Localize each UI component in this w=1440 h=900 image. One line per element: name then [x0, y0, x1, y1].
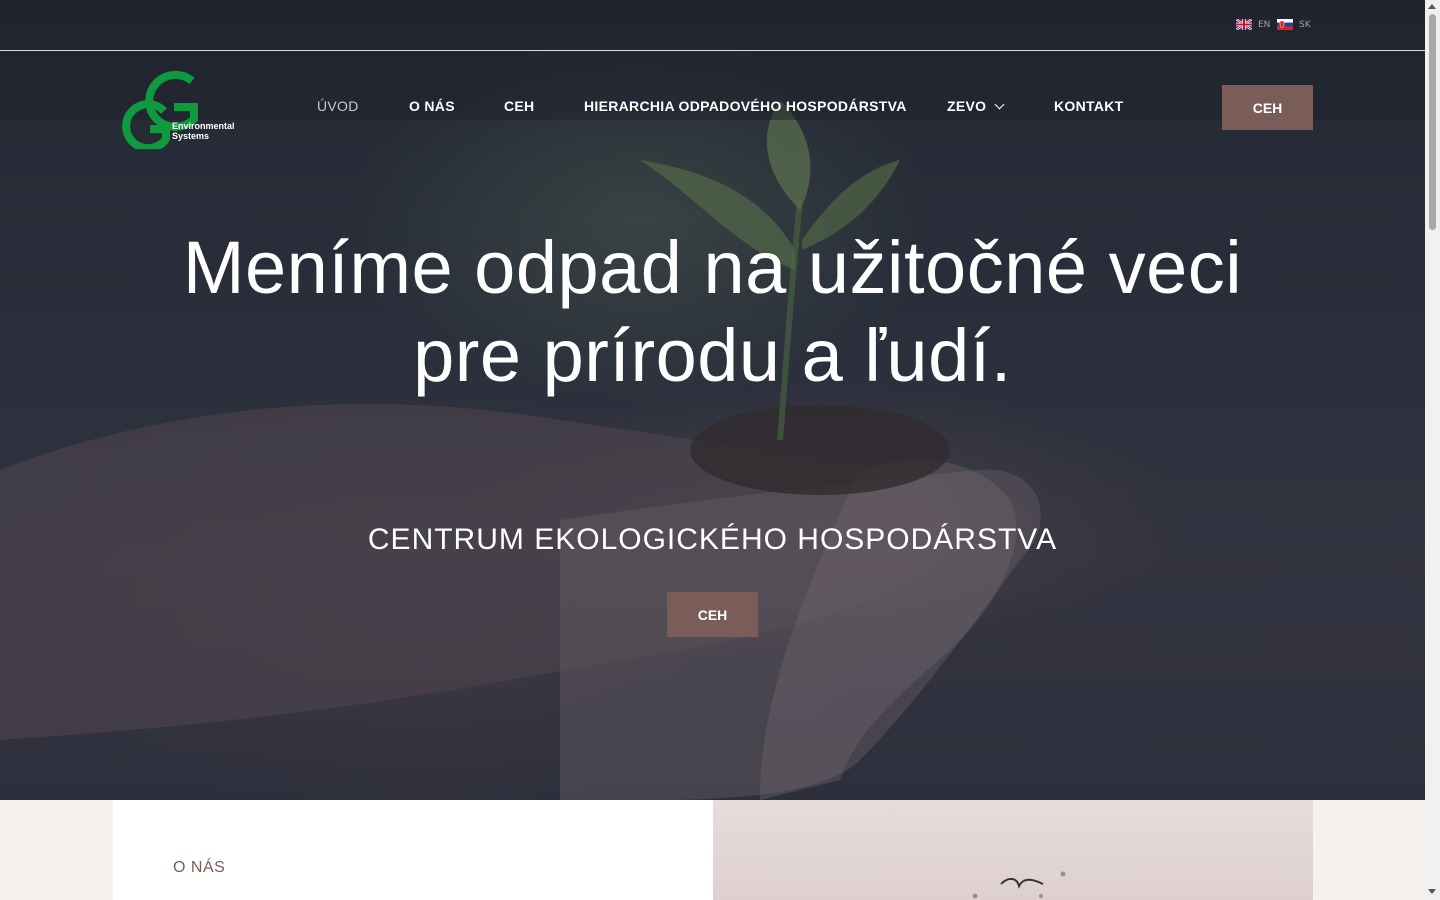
scrollbar[interactable] — [1425, 0, 1440, 900]
hero-subheading: CENTRUM EKOLOGICKÉHO HOSPODÁRSTVA — [367, 523, 1058, 556]
language-en-label: EN — [1258, 19, 1271, 30]
about-card — [113, 800, 713, 900]
header-ceh-button[interactable]: CEH — [1222, 85, 1313, 130]
slovakia-flag-icon — [1277, 19, 1293, 30]
chevron-down-icon — [994, 99, 1005, 110]
scrollbar-thumb[interactable] — [1429, 14, 1436, 230]
language-bar: EN SK — [0, 0, 1425, 51]
logo-line-2: Systems — [172, 131, 210, 141]
nav-item-o-nas[interactable]: O NÁS — [409, 98, 455, 114]
birds-illustration — [972, 871, 1066, 899]
hero-headline: Meníme odpad na užitočné veci pre prírod… — [100, 224, 1325, 400]
hero-headline-line-1: Meníme odpad na užitočné veci — [182, 226, 1243, 309]
page: EN SK Environmental Systems ÚVOD O NÁS C… — [0, 0, 1425, 900]
hero-ceh-button[interactable]: CEH — [667, 592, 758, 637]
hero-headline-line-2: pre prírodu a ľudí. — [413, 314, 1012, 397]
language-en[interactable]: EN — [1236, 19, 1270, 30]
nav-item-ceh[interactable]: CEH — [504, 98, 534, 114]
nav-item-kontakt[interactable]: KONTAKT — [1054, 98, 1124, 114]
nav-item-zevo-label: ZEVO — [947, 98, 987, 114]
scroll-up-arrow-icon[interactable] — [1428, 4, 1436, 9]
nav-item-zevo[interactable]: ZEVO — [947, 98, 1005, 114]
about-image — [713, 800, 1313, 900]
site-logo[interactable]: Environmental Systems — [118, 67, 248, 153]
logo-line-1: Environmental — [172, 121, 235, 131]
about-label: O NÁS — [173, 859, 226, 876]
uk-flag-icon — [1236, 19, 1252, 30]
language-sk[interactable]: SK — [1277, 19, 1311, 30]
logo-wordmark: Environmental Systems — [172, 121, 235, 141]
nav-item-uvod[interactable]: ÚVOD — [317, 98, 359, 114]
nav-item-hierarchia[interactable]: HIERARCHIA ODPADOVÉHO HOSPODÁRSTVA — [584, 98, 907, 114]
hero-section: EN SK Environmental Systems ÚVOD O NÁS C… — [0, 0, 1425, 800]
language-sk-label: SK — [1299, 19, 1311, 30]
scroll-down-arrow-icon[interactable] — [1428, 889, 1436, 894]
